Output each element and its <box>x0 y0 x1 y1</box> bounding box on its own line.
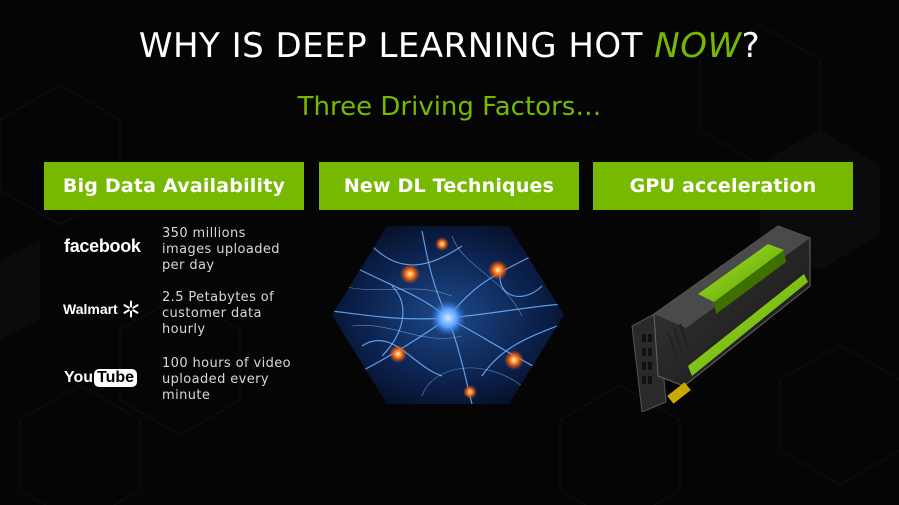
walmart-spark-icon <box>123 300 139 318</box>
title-suffix: ? <box>741 26 761 66</box>
youtube-logo-you: You <box>64 369 94 386</box>
youtube-logo-tube: Tube <box>94 369 138 387</box>
stat-line: 100 hours of video <box>162 356 291 371</box>
neuron-network-image <box>332 226 564 404</box>
walmart-logo: Walmart <box>63 300 140 318</box>
walmart-logo-text: Walmart <box>63 301 118 317</box>
facebook-logo: facebook <box>64 236 141 256</box>
stat-line: 2.5 Petabytes of <box>162 290 275 305</box>
title-prefix: WHY IS DEEP LEARNING HOT <box>138 26 655 66</box>
factor-big-data: Big Data Availability <box>44 162 304 210</box>
stat-line: customer data <box>162 306 262 321</box>
slide-subtitle: Three Driving Factors… <box>297 92 602 122</box>
facebook-stat: 350 millions images uploaded per day <box>162 226 302 274</box>
youtube-logo: You Tube <box>64 369 138 387</box>
title-accent: NOW <box>654 26 742 66</box>
factor-dl-techniques: New DL Techniques <box>319 162 579 210</box>
stat-line: hourly <box>162 322 206 337</box>
stat-line: 350 millions <box>162 226 246 241</box>
factor-gpu-acceleration: GPU acceleration <box>593 162 853 210</box>
stat-line: images uploaded <box>162 242 280 257</box>
stat-line: per day <box>162 258 215 273</box>
slide-title: WHY IS DEEP LEARNING HOT NOW? <box>0 26 899 66</box>
walmart-stat: 2.5 Petabytes of customer data hourly <box>162 290 302 338</box>
youtube-stat: 100 hours of video uploaded every minute <box>162 356 302 404</box>
stat-line: minute <box>162 388 211 403</box>
stat-line: uploaded every <box>162 372 269 387</box>
gpu-card-image <box>631 225 811 412</box>
